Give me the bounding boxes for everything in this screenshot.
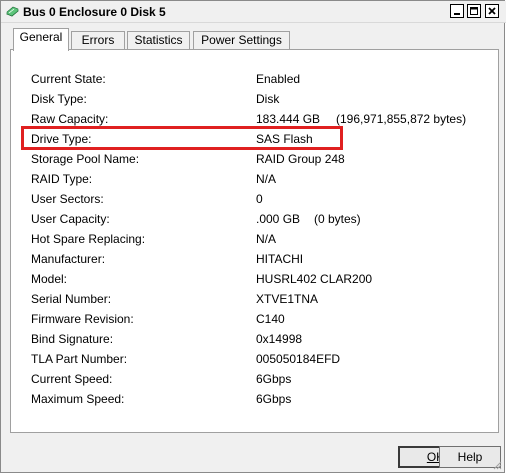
property-value: 005050184EFD — [256, 352, 341, 366]
property-extra: (0 bytes) — [314, 212, 361, 226]
property-row: Maximum Speed: 6Gbps — [11, 389, 500, 409]
window-title: Bus 0 Enclosure 0 Disk 5 — [23, 5, 166, 19]
property-value: 183.444 GB — [256, 112, 321, 126]
property-row: User Capacity: .000 GB (0 bytes) — [11, 209, 500, 229]
property-value: C140 — [256, 312, 285, 326]
property-label: TLA Part Number: — [31, 352, 128, 366]
close-icon — [488, 7, 496, 15]
property-row: Model: HUSRL402 CLAR200 — [11, 269, 500, 289]
tab-power-settings[interactable]: Power Settings — [193, 31, 290, 50]
property-label: Bind Signature: — [31, 332, 114, 346]
property-label: Model: — [31, 272, 68, 286]
minimize-button[interactable] — [450, 4, 464, 18]
disk-properties-dialog: Bus 0 Enclosure 0 Disk 5 General Errors … — [0, 0, 506, 473]
property-row: Firmware Revision: C140 — [11, 309, 500, 329]
property-label: Firmware Revision: — [31, 312, 134, 326]
property-label: Hot Spare Replacing: — [31, 232, 146, 246]
property-label: Serial Number: — [31, 292, 112, 306]
property-label: User Capacity: — [31, 212, 110, 226]
property-value: SAS Flash — [256, 132, 313, 146]
property-row: Hot Spare Replacing: N/A — [11, 229, 500, 249]
maximize-button[interactable] — [467, 4, 481, 18]
property-row: Bind Signature: 0x14998 — [11, 329, 500, 349]
property-value: 6Gbps — [256, 372, 292, 386]
property-row: Serial Number: XTVE1TNA — [11, 289, 500, 309]
minimize-icon — [454, 13, 460, 15]
property-label: User Sectors: — [31, 192, 104, 206]
property-value: .000 GB — [256, 212, 301, 226]
tab-errors[interactable]: Errors — [71, 31, 125, 50]
property-label: Current Speed: — [31, 372, 113, 386]
property-value: 0 — [256, 192, 263, 206]
property-row: RAID Type: N/A — [11, 169, 500, 189]
property-label: Disk Type: — [31, 92, 87, 106]
property-label: Manufacturer: — [31, 252, 106, 266]
general-tab-panel: Current State: Enabled Disk Type: Disk R… — [10, 49, 499, 433]
property-row: Raw Capacity: 183.444 GB (196,971,855,87… — [11, 109, 500, 129]
property-value: HITACHI — [256, 252, 304, 266]
tab-statistics[interactable]: Statistics — [127, 31, 190, 50]
property-value: 0x14998 — [256, 332, 303, 346]
maximize-icon — [470, 7, 478, 15]
property-row: Storage Pool Name: RAID Group 248 — [11, 149, 500, 169]
property-label: Storage Pool Name: — [31, 152, 140, 166]
property-value: 6Gbps — [256, 392, 292, 406]
close-button[interactable] — [485, 4, 499, 18]
property-row: Current State: Enabled — [11, 69, 500, 89]
property-label: Drive Type: — [31, 132, 92, 146]
property-value: Enabled — [256, 72, 301, 86]
tab-general[interactable]: General — [13, 28, 69, 51]
property-value: RAID Group 248 — [256, 152, 345, 166]
property-label: RAID Type: — [31, 172, 93, 186]
title-bar[interactable]: Bus 0 Enclosure 0 Disk 5 — [1, 1, 506, 23]
property-row: Current Speed: 6Gbps — [11, 369, 500, 389]
disk-app-icon — [6, 5, 19, 18]
property-extra: (196,971,855,872 bytes) — [336, 112, 467, 126]
property-value: HUSRL402 CLAR200 — [256, 272, 373, 286]
property-value: Disk — [256, 92, 280, 106]
property-row: User Sectors: 0 — [11, 189, 500, 209]
property-label: Current State: — [31, 72, 106, 86]
property-row: Disk Type: Disk — [11, 89, 500, 109]
property-row: TLA Part Number: 005050184EFD — [11, 349, 500, 369]
property-value: N/A — [256, 172, 277, 186]
property-label: Raw Capacity: — [31, 112, 109, 126]
property-value: N/A — [256, 232, 277, 246]
property-row-drive-type: Drive Type: SAS Flash — [11, 129, 500, 149]
property-value: XTVE1TNA — [256, 292, 319, 306]
resize-grip-icon[interactable] — [492, 460, 502, 470]
property-row: Manufacturer: HITACHI — [11, 249, 500, 269]
property-label: Maximum Speed: — [31, 392, 125, 406]
